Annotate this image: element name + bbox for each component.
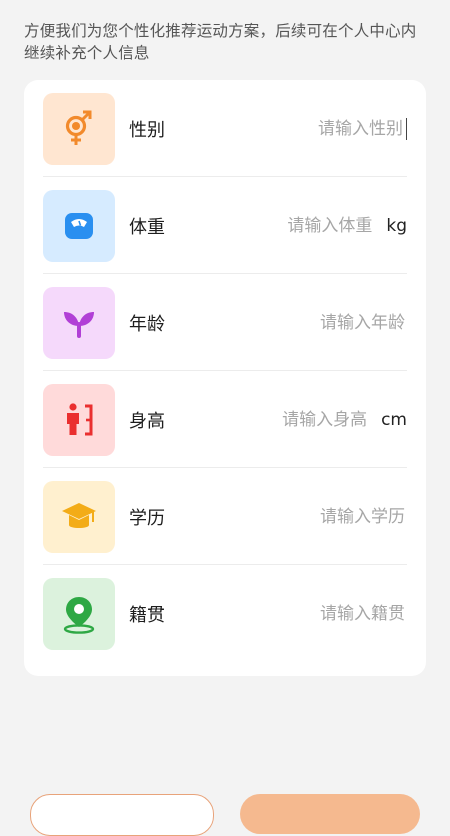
native-place-input[interactable] [243,602,407,625]
height-label: 身高 [129,410,165,432]
age-label: 年龄 [129,313,165,335]
form-row-weight[interactable]: 体重 kg [43,177,407,274]
age-field[interactable] [165,311,407,334]
weight-label: 体重 [129,216,165,238]
gender-field[interactable] [165,117,407,140]
scale-icon [65,212,93,239]
intro-text: 方便我们为您个性化推荐运动方案，后续可在个人中心内继续补充个人信息 [24,22,417,62]
sprout-icon [64,311,94,338]
form-row-height[interactable]: 身高 cm [43,371,407,468]
height-icon [67,402,93,435]
gender-icon [65,110,92,145]
graduation-cap-icon-box [43,480,115,553]
weight-unit: kg [386,215,407,236]
height-unit: cm [381,409,407,430]
gender-icon-box [43,92,115,165]
location-pin-icon-box [43,577,115,650]
age-input[interactable] [243,311,407,334]
education-field[interactable] [165,505,407,528]
native-place-label: 籍贯 [129,604,165,626]
weight-input[interactable] [210,214,375,237]
confirm-button[interactable] [240,794,420,834]
profile-form-card: 性别 体重 kg 年龄 [24,80,426,676]
sprout-icon-box [43,286,115,359]
form-row-native-place[interactable]: 籍贯 [43,565,407,662]
scale-icon-box [43,189,115,262]
gender-label: 性别 [129,119,165,141]
education-input[interactable] [243,505,407,528]
height-field[interactable]: cm [165,408,407,431]
native-place-field[interactable] [165,602,407,625]
height-input[interactable] [205,408,370,431]
skip-button[interactable] [30,794,214,836]
location-pin-icon [63,596,95,634]
text-caret [406,117,407,140]
weight-field[interactable]: kg [165,214,407,237]
height-icon-box [43,383,115,456]
form-row-education[interactable]: 学历 [43,468,407,565]
form-row-gender[interactable]: 性别 [43,80,407,177]
form-row-age[interactable]: 年龄 [43,274,407,371]
gender-input[interactable] [241,117,405,140]
education-label: 学历 [129,507,165,529]
graduation-cap-icon [62,502,96,528]
